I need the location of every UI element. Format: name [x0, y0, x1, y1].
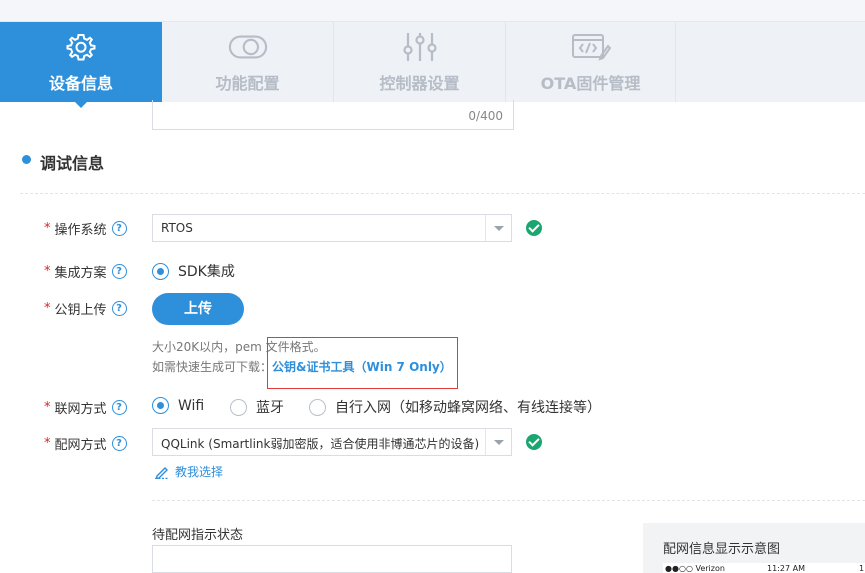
required-mark: * [44, 301, 51, 316]
indicator-input[interactable] [152, 545, 512, 573]
tab-label: 控制器设置 [379, 74, 460, 93]
radio-label: Wifi [178, 397, 205, 414]
tab-label: OTA固件管理 [540, 74, 641, 93]
tab-label: 功能配置 [215, 74, 280, 93]
provision-label-row: * 配网方式 ? [44, 434, 127, 453]
required-mark: * [44, 436, 51, 451]
radio-wifi[interactable]: Wifi [152, 397, 204, 414]
edit-pencil-icon [155, 466, 169, 479]
tab-controller-settings[interactable]: 控制器设置 [334, 22, 506, 102]
radio-label: SDK集成 [178, 264, 235, 280]
required-mark: * [44, 264, 51, 279]
status-extra: 1 [859, 564, 865, 573]
radio-label: 蓝牙 [256, 400, 284, 416]
divider [20, 193, 865, 194]
help-icon[interactable]: ? [111, 301, 127, 316]
check-icon [526, 434, 542, 450]
help-icon[interactable]: ? [111, 221, 127, 236]
carrier-text: ●●○○ Verizon [665, 564, 725, 573]
network-label-row: * 联网方式 ? [44, 398, 127, 417]
section-title: 调试信息 [40, 154, 105, 173]
os-label-row: * 操作系统 ? [44, 219, 127, 238]
network-label: 联网方式 [54, 402, 107, 417]
radio-bluetooth[interactable]: 蓝牙 [230, 397, 284, 417]
integration-label-row: * 集成方案 ? [44, 262, 127, 281]
check-icon [526, 220, 542, 236]
radio-sdk[interactable]: SDK集成 [152, 261, 235, 281]
pubkey-label: 公钥上传 [54, 303, 107, 318]
tab-label: 设备信息 [48, 74, 113, 93]
tab-ota-firmware[interactable]: OTA固件管理 [506, 22, 676, 102]
os-value: RTOS [161, 221, 193, 235]
radio-circle [152, 262, 169, 280]
phone-status-bar: ●●○○ Verizon 11:27 AM 1 [663, 563, 865, 573]
os-select[interactable]: RTOS [152, 214, 512, 242]
radio-label: 自行入网（如移动蜂窝网络、有线连接等） [335, 400, 601, 416]
top-strip [0, 0, 865, 22]
download-hint-text: 如需快速生成可下载： [152, 360, 273, 374]
help-icon[interactable]: ? [111, 264, 127, 279]
chevron-down-icon[interactable] [485, 215, 511, 241]
toggle-icon [228, 32, 268, 62]
section-bullet [22, 155, 31, 164]
preview-title: 配网信息显示示意图 [663, 542, 781, 557]
radio-self-network[interactable]: 自行入网（如移动蜂窝网络、有线连接等） [309, 397, 601, 417]
char-counter: 0/400 [468, 109, 503, 123]
chevron-down-icon[interactable] [485, 429, 511, 455]
upload-button[interactable]: 上传 [152, 293, 244, 325]
time-text: 11:27 AM [767, 564, 805, 573]
required-mark: * [44, 221, 51, 236]
provision-label: 配网方式 [54, 438, 107, 453]
provision-value: QQLink (Smartlink弱加密版，适合使用非博通芯片的设备) [161, 437, 480, 451]
indicator-label: 待配网指示状态 [152, 528, 244, 543]
help-icon[interactable]: ? [111, 400, 127, 415]
preview-panel: 配网信息显示示意图 ●●○○ Verizon 11:27 AM 1 [643, 523, 865, 573]
divider [152, 500, 865, 501]
tab-bar: 设备信息 功能配置 控制器设置 OTA固件管理 [0, 22, 865, 108]
radio-circle [309, 398, 326, 416]
tab-device-info[interactable]: 设备信息 [0, 22, 162, 108]
integration-label: 集成方案 [54, 266, 107, 281]
teach-me-link[interactable]: 教我选择 [154, 463, 223, 480]
required-mark: * [44, 400, 51, 415]
code-edit-icon [571, 32, 611, 62]
teach-me-label: 教我选择 [175, 465, 224, 479]
sliders-icon [400, 32, 440, 62]
os-label: 操作系统 [54, 223, 107, 238]
tab-function-config[interactable]: 功能配置 [162, 22, 334, 102]
provision-select[interactable]: QQLink (Smartlink弱加密版，适合使用非博通芯片的设备) [152, 428, 512, 456]
radio-circle [230, 398, 247, 416]
pubkey-label-row: * 公钥上传 ? [44, 299, 127, 318]
gear-icon [61, 32, 101, 62]
help-icon[interactable]: ? [111, 436, 127, 451]
highlight-box [267, 337, 458, 389]
radio-circle [152, 397, 169, 414]
description-textarea[interactable]: 0/400 [152, 100, 514, 130]
